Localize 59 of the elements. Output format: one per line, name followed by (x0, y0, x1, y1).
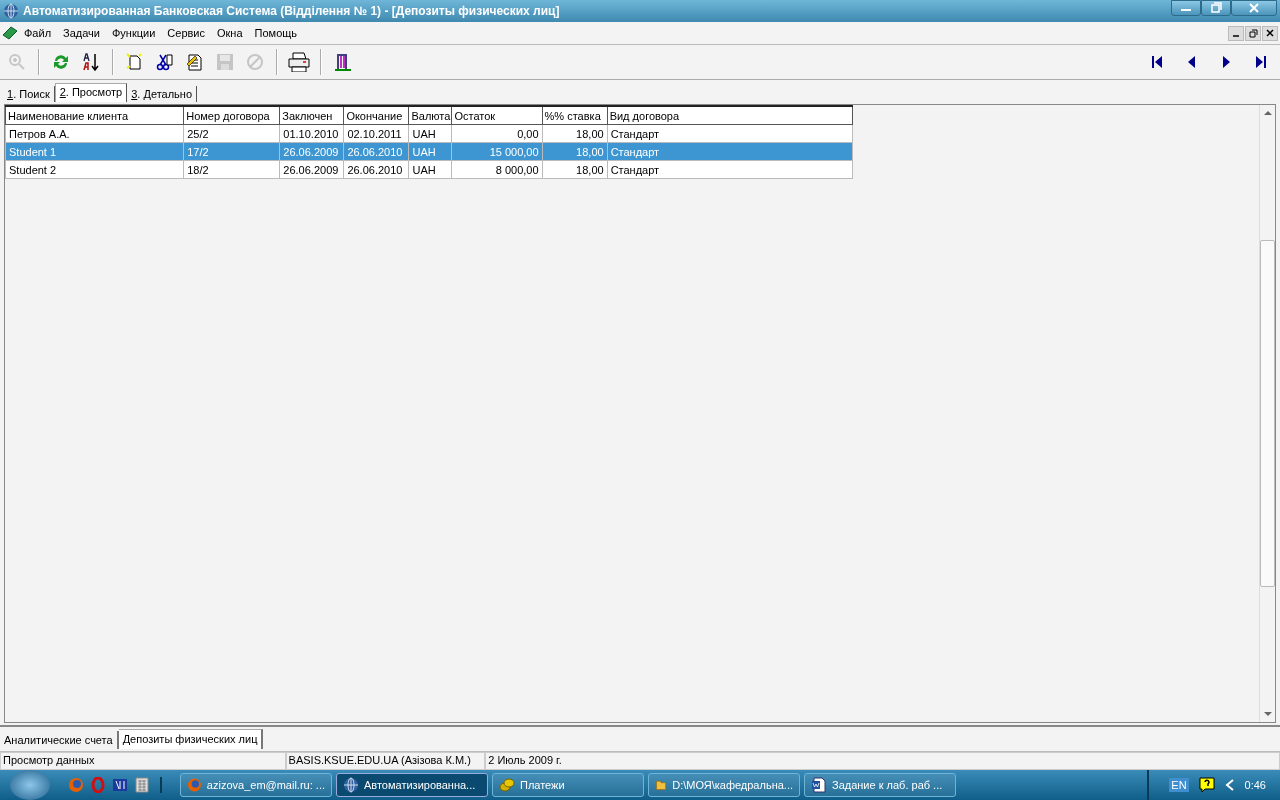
document-icon (125, 52, 145, 72)
scroll-down-icon[interactable] (1263, 712, 1272, 717)
column-header[interactable]: Окончание (343, 106, 409, 125)
help-icon[interactable] (1198, 777, 1215, 793)
printer-icon (288, 52, 310, 72)
minimize-button[interactable] (1228, 25, 1244, 41)
taskbar-button[interactable]: azizova_em@mail.ru: ... (180, 773, 332, 797)
taskbar-button[interactable]: Платежи (492, 773, 644, 797)
language-indicator[interactable]: EN (1169, 778, 1189, 792)
scroll-up-icon[interactable] (1263, 110, 1272, 115)
banknote-icon (2, 25, 18, 41)
column-header[interactable]: Остаток (452, 106, 543, 125)
calculator-icon[interactable] (134, 777, 150, 793)
menu-item[interactable]: Файл (18, 27, 58, 39)
taskbar-button[interactable]: D:\МОЯ\кафедральна... (648, 773, 800, 797)
status-text: Просмотр данных (0, 752, 286, 770)
menu-item[interactable]: Сервис (161, 27, 211, 39)
tab[interactable]: 2. Просмотр (54, 83, 128, 102)
globe-icon (3, 3, 19, 19)
close-icon (1266, 29, 1274, 37)
column-header[interactable]: %% ставка (542, 106, 608, 125)
column-header[interactable]: Валюта (408, 106, 452, 125)
window-title: Автоматизированная Банковская Система (Відділення № 1) - [Депозиты физических лиц] (23, 4, 561, 18)
restore-button[interactable] (1201, 0, 1231, 16)
app-icon[interactable] (112, 777, 128, 793)
column-header[interactable]: Заключен (279, 106, 344, 125)
column-header[interactable]: Вид договора (607, 106, 853, 125)
menu-item[interactable]: Помощь (248, 27, 304, 39)
menu-item[interactable]: Окна (211, 27, 249, 39)
column-header[interactable]: Наименование клиента (5, 106, 184, 125)
close-button[interactable] (1262, 25, 1278, 41)
floppy-icon (215, 52, 235, 72)
restore-icon (1210, 2, 1222, 14)
prohibited-icon (245, 52, 265, 72)
scissors-icon (155, 52, 175, 72)
refresh-icon (51, 52, 71, 72)
taskbar-button[interactable]: Автоматизированна... (336, 773, 488, 797)
menu-item[interactable]: Задачи (57, 27, 106, 39)
menu-item[interactable]: Функции (106, 27, 162, 39)
taskbar-button[interactable]: Задание к лаб. раб ... (804, 773, 956, 797)
window-tab[interactable]: Депозиты физических лиц (118, 729, 264, 749)
globe-icon (343, 777, 359, 793)
status-text: 2 Июль 2009 г. (485, 752, 1280, 770)
restore-button[interactable] (1245, 25, 1261, 41)
scrollbar[interactable] (1259, 105, 1275, 722)
document-icon (811, 777, 827, 793)
status-text: BASIS.KSUE.EDU.UA (Азізова К.М.) (285, 752, 486, 770)
zoom-icon (7, 52, 27, 72)
clock: 0:46 (1244, 779, 1266, 791)
edit-icon (185, 52, 205, 72)
chevron-icon[interactable] (1224, 779, 1235, 791)
restore-icon (1248, 28, 1258, 38)
coins-icon (499, 777, 515, 793)
start-button[interactable] (10, 770, 50, 800)
sort-icon (81, 52, 101, 72)
column-header[interactable]: Номер договора (183, 106, 280, 125)
minimize-button[interactable] (1171, 0, 1201, 16)
exit-icon (333, 52, 353, 72)
close-icon (1248, 2, 1260, 14)
